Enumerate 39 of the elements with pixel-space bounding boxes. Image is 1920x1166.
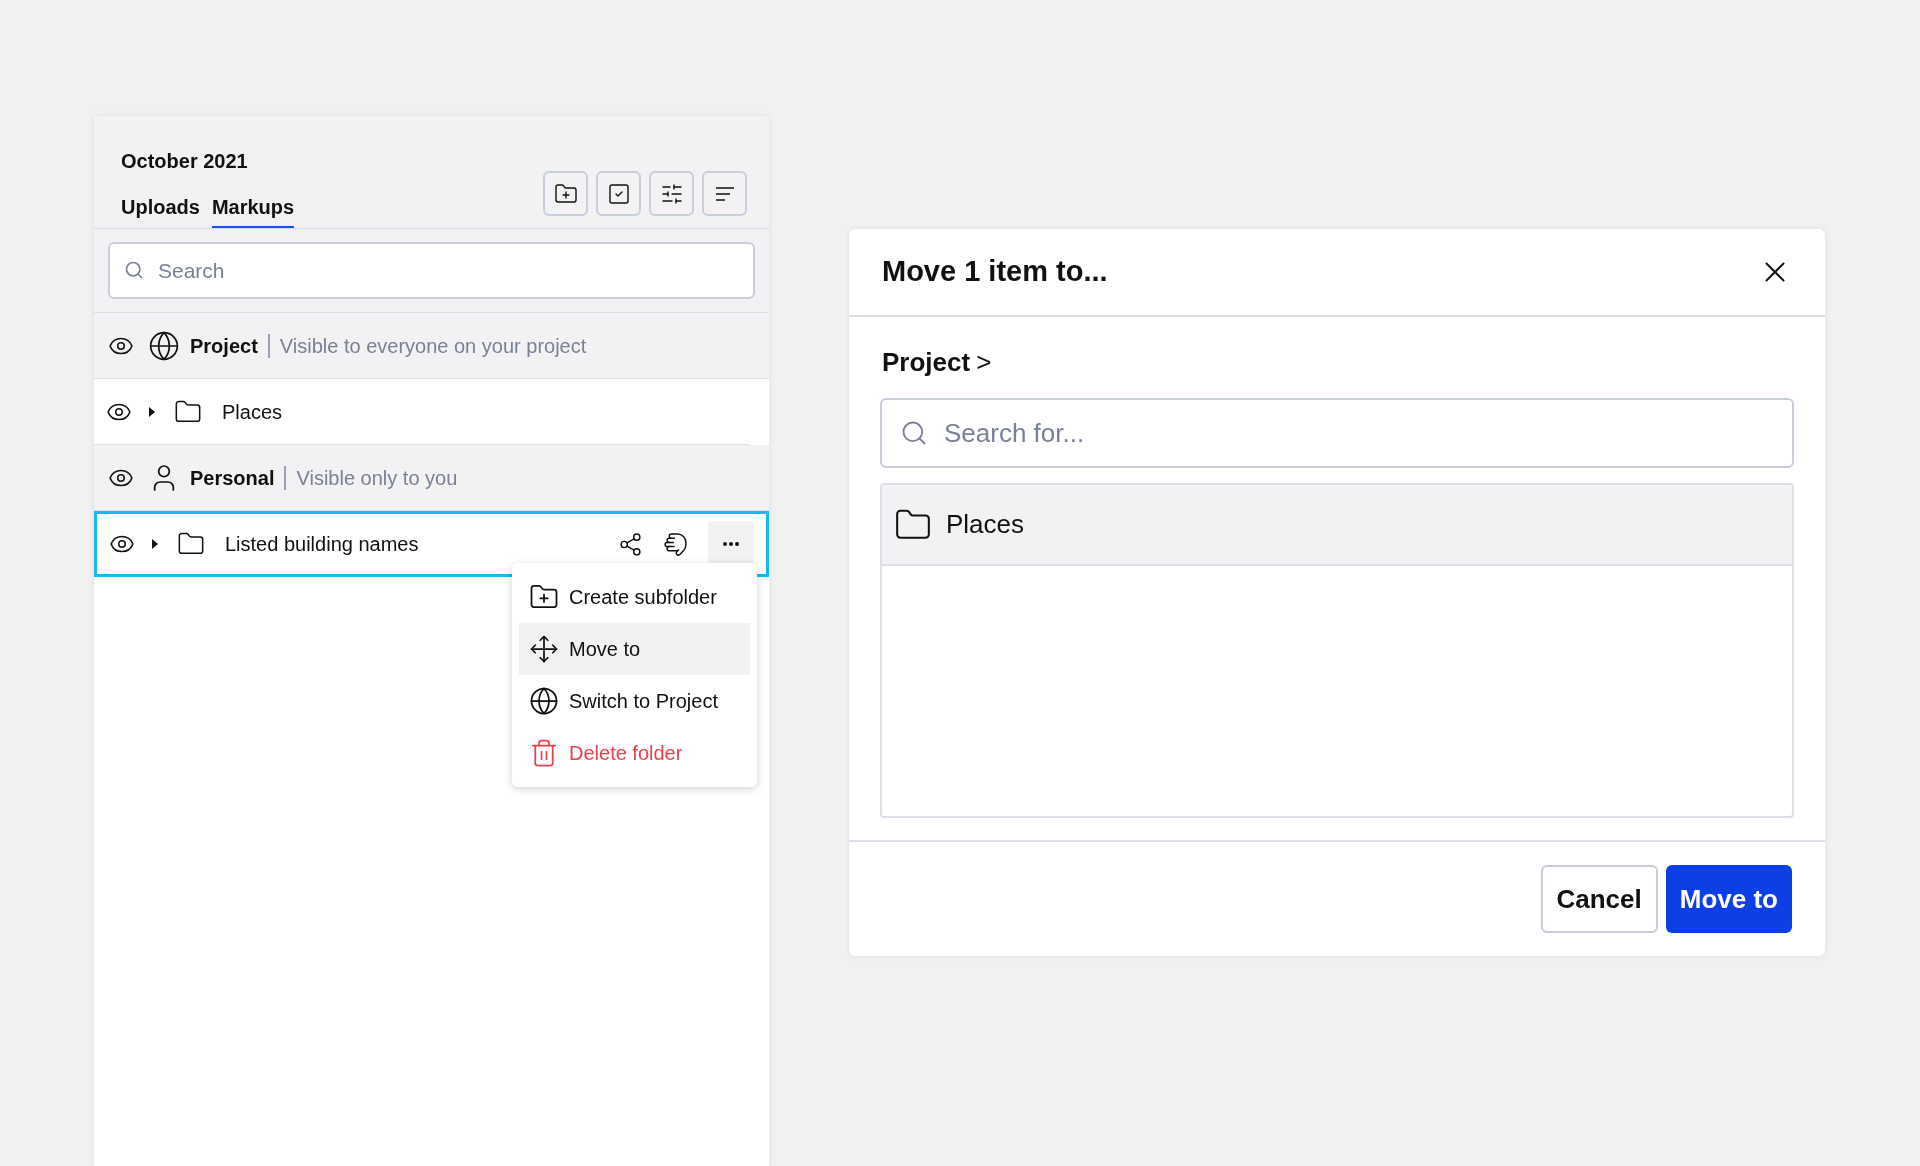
panel-title: October 2021	[121, 149, 249, 174]
globe-icon	[148, 329, 180, 362]
checkbox-icon	[606, 181, 631, 206]
group-name: Personal	[190, 465, 275, 491]
group-description: Visible only to you	[296, 465, 458, 491]
folder-row[interactable]: Listed building names	[94, 511, 769, 577]
dialog-title: Move 1 item to...	[882, 254, 1108, 290]
hand-icon[interactable]	[663, 531, 688, 557]
sort-button[interactable]	[702, 171, 747, 216]
filter-button[interactable]	[649, 171, 694, 216]
search-field[interactable]: Search	[108, 242, 755, 299]
folder-list-item[interactable]: Places	[882, 485, 1792, 566]
menu-item[interactable]: Delete folder	[519, 727, 750, 779]
folder-row[interactable]: Places	[94, 379, 749, 445]
breadcrumb-separator: >	[976, 346, 992, 379]
tab[interactable]: Uploads	[121, 192, 200, 228]
new-folder-button[interactable]	[543, 171, 588, 216]
group-name: Project	[190, 333, 258, 359]
caret-icon[interactable]	[148, 405, 156, 418]
menu-item[interactable]: Move to	[519, 623, 750, 675]
menu-item[interactable]: Switch to Project	[519, 675, 750, 727]
sliders-icon	[659, 181, 684, 206]
group-description: Visible to everyone on your project	[279, 333, 587, 359]
folder-name: Listed building names	[225, 532, 419, 557]
move-icon	[529, 634, 559, 664]
trash-icon	[529, 738, 559, 768]
checkbox-button[interactable]	[596, 171, 641, 216]
search-field[interactable]: Search for...	[880, 398, 1794, 468]
breadcrumb-link[interactable]: Project	[882, 343, 971, 382]
search-icon	[900, 419, 928, 447]
cancel-button[interactable]: Cancel	[1540, 865, 1658, 933]
folder-name: Places	[222, 399, 283, 425]
caret-icon[interactable]	[151, 538, 159, 550]
move-button[interactable]: Move to	[1665, 865, 1792, 933]
globe-icon	[529, 686, 559, 716]
search-icon	[124, 260, 144, 280]
share-icon[interactable]	[618, 531, 643, 557]
ellipsis-icon	[723, 542, 739, 546]
folder-plus-icon	[553, 181, 578, 206]
